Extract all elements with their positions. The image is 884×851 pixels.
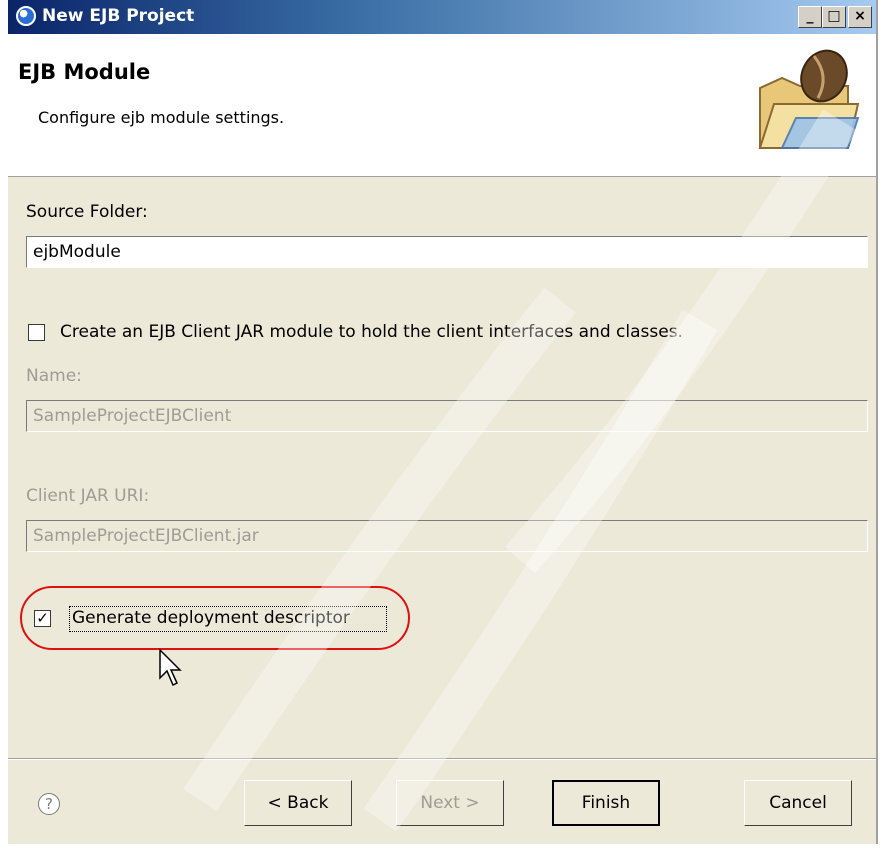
wizard-header: EJB Module Configure ejb module settings… [8,34,876,177]
minimize-button[interactable]: _ [798,6,822,28]
close-button[interactable]: × [848,6,872,28]
title-bar[interactable]: New EJB Project _ □ × [8,0,876,34]
client-jar-uri-input[interactable]: SampleProjectEJBClient.jar [26,520,868,552]
source-folder-label: Source Folder: [26,202,148,222]
generate-dd-checkbox[interactable]: ✓ [34,610,51,627]
mouse-pointer-icon [159,648,182,687]
folder-with-bean-icon [758,49,860,149]
finish-button[interactable]: Finish [552,780,660,826]
footer-separator [8,758,876,760]
help-icon[interactable]: ? [38,793,60,815]
create-client-jar-label[interactable]: Create an EJB Client JAR module to hold … [60,322,683,342]
eclipse-app-icon [16,6,36,26]
dialog-window: New EJB Project _ □ × EJB Module Configu… [6,0,878,844]
page-title: EJB Module [18,60,151,84]
maximize-button[interactable]: □ [822,6,846,28]
client-name-label: Name: [26,366,82,386]
window-title: New EJB Project [42,6,195,26]
generate-dd-label[interactable]: Generate deployment descriptor [72,608,350,628]
cancel-button[interactable]: Cancel [744,780,852,826]
back-button[interactable]: < Back [244,780,352,826]
client-jar-uri-label: Client JAR URI: [26,486,150,506]
create-client-jar-checkbox[interactable] [28,324,45,341]
source-folder-input[interactable]: ejbModule [26,236,868,268]
client-name-input[interactable]: SampleProjectEJBClient [26,400,868,432]
page-description: Configure ejb module settings. [38,108,285,127]
next-button[interactable]: Next > [396,780,504,826]
